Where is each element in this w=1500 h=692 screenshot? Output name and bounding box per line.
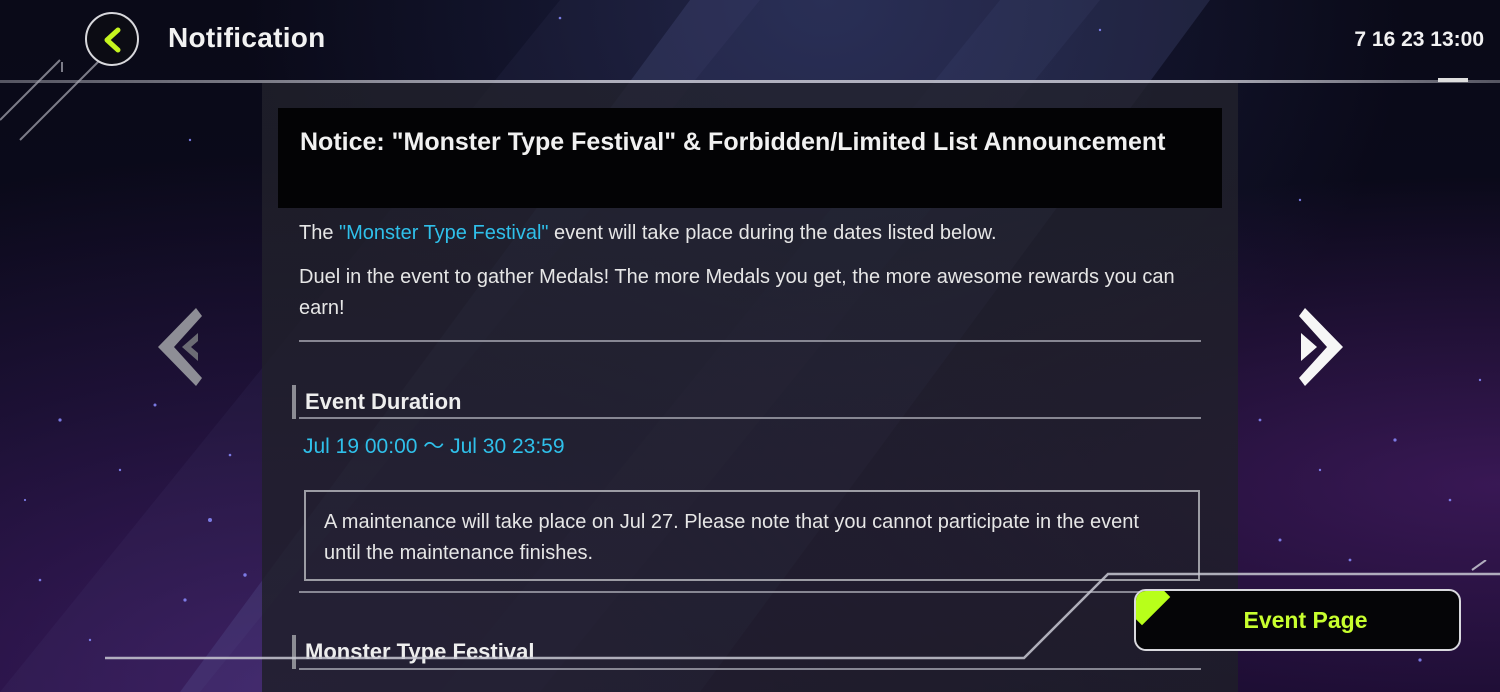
event-description-paragraph: Duel in the event to gather Medals! The … bbox=[299, 266, 1175, 319]
chevron-left-icon bbox=[104, 27, 121, 53]
header-indicator bbox=[1438, 78, 1468, 82]
event-duration-dates: Jul 19 00:00 ～ Jul 30 23:59 bbox=[303, 435, 565, 458]
double-chevron-left-icon[interactable] bbox=[152, 308, 204, 386]
notification-screen: Notification 7 16 23 13:00 Notice: "Mons… bbox=[0, 0, 1500, 692]
heading-underline bbox=[299, 417, 1201, 419]
double-chevron-right-icon[interactable] bbox=[1297, 308, 1349, 386]
notice-header: Notice: "Monster Type Festival" & Forbid… bbox=[278, 108, 1222, 208]
event-page-button-label: Event Page bbox=[1243, 607, 1368, 633]
back-button[interactable] bbox=[85, 12, 139, 66]
intro-suffix: event will take place during the dates l… bbox=[548, 222, 997, 244]
notice-title: Notice: "Monster Type Festival" & Forbid… bbox=[300, 128, 1166, 156]
clock-display: 7 16 23 13:00 bbox=[1354, 28, 1484, 51]
page-title: Notification bbox=[168, 22, 326, 53]
section-divider bbox=[299, 340, 1201, 342]
event-duration-heading: Event Duration bbox=[292, 385, 1201, 419]
event-name-highlight: "Monster Type Festival" bbox=[339, 222, 549, 244]
intro-paragraph: The "Monster Type Festival" event will t… bbox=[299, 218, 1199, 249]
event-page-button[interactable]: Event Page bbox=[1134, 589, 1461, 651]
intro-prefix: The bbox=[299, 222, 340, 244]
